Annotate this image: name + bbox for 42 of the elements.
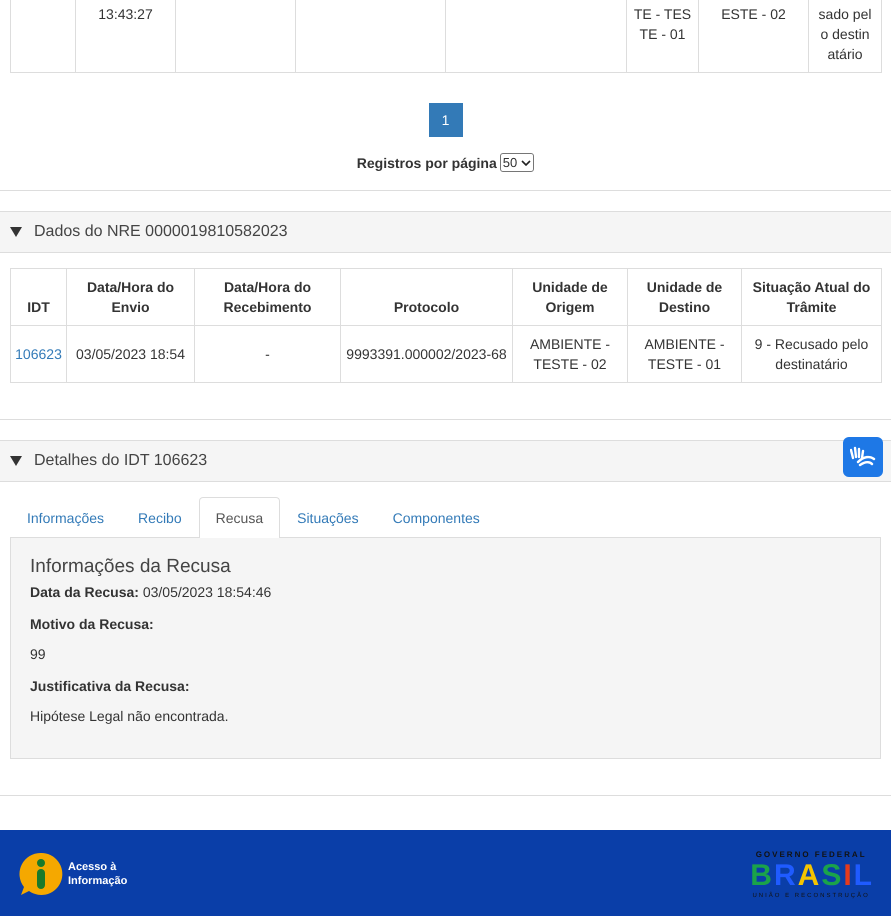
panel-heading: Informações da Recusa — [30, 556, 232, 578]
column-header: Unidade de Destino — [628, 268, 742, 326]
field-label: Motivo da Recusa: — [30, 616, 154, 632]
chevron-down-icon — [521, 160, 532, 166]
per-page-label: Registros por página — [356, 154, 497, 170]
column-header: Data/Hora do Envio — [66, 268, 194, 326]
per-page-select[interactable]: 50 — [500, 153, 534, 172]
table-cell: ESTE - 02 — [698, 0, 808, 72]
field-label: Data da Recusa: — [30, 584, 139, 600]
access-info-link[interactable]: Acesso à Informação — [68, 860, 138, 888]
field-label: Justificativa da Recusa: — [30, 678, 190, 694]
table-cell: - — [194, 326, 340, 382]
section-title: Dados do NRE 0000019810582023 — [34, 223, 288, 241]
table-cell: AMBIENTE - TESTE - 01 — [628, 326, 742, 382]
caret-icon[interactable] — [10, 456, 22, 466]
table-cell: AMBIENTE - TESTE - 02 — [512, 326, 628, 382]
table-cell: TE - TES TE - 01 — [626, 0, 698, 72]
tab[interactable]: Situações — [280, 497, 376, 538]
tab[interactable]: Recusa — [198, 497, 280, 538]
tab[interactable]: Recibo — [121, 497, 199, 538]
info-icon[interactable] — [18, 851, 64, 897]
sign-language-button[interactable] — [843, 437, 883, 477]
caret-icon[interactable] — [10, 227, 22, 237]
tab[interactable]: Informações — [10, 497, 122, 538]
column-header: Protocolo — [340, 268, 512, 326]
table-cell: 13:43:27 — [76, 0, 176, 72]
column-header: IDT — [10, 268, 66, 326]
column-header: Unidade de Origem — [512, 268, 628, 326]
table-cell: 9993391.000002/2023-68 — [340, 326, 512, 382]
table-cell: sado pel o destin atário — [808, 0, 882, 72]
tab[interactable]: Componentes — [376, 497, 497, 538]
hands-icon — [850, 446, 876, 468]
idt-link[interactable]: 106623 — [10, 326, 66, 382]
field-value: Hipótese Legal não encontrada. — [30, 707, 230, 726]
column-header: Situação Atual do Trâmite — [742, 268, 882, 326]
column-header: Data/Hora do Recebimento — [194, 268, 340, 326]
page-button[interactable]: 1 — [428, 103, 462, 137]
table-cell: 9 - Recusado pelo destinatário — [742, 326, 882, 382]
section-title: Detalhes do IDT 106623 — [34, 452, 208, 470]
field-value: 03/05/2023 18:54:46 — [142, 584, 272, 600]
table-cell: 03/05/2023 18:54 — [66, 326, 194, 382]
field-value: 99 — [30, 645, 47, 664]
